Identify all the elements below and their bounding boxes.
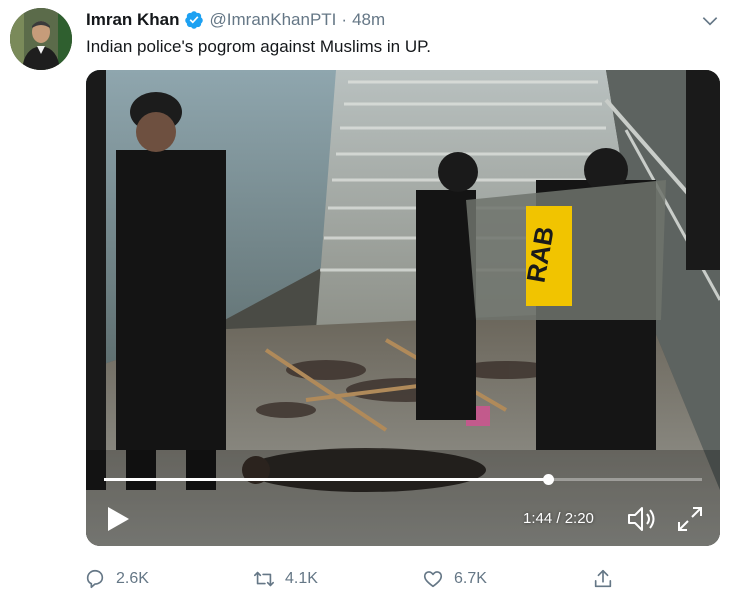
like-icon — [423, 571, 443, 588]
tweet-actions: 2.6K 4.1K 6.7K — [84, 566, 624, 592]
video-progress-bar[interactable] — [104, 474, 702, 485]
video-player[interactable]: RAB 1:44 / 2:20 — [86, 70, 720, 546]
share-icon — [594, 569, 612, 588]
retweet-count: 4.1K — [285, 570, 318, 587]
tweet-timestamp[interactable]: 48m — [352, 10, 385, 30]
share-button[interactable] — [592, 566, 624, 592]
retweet-button[interactable]: 4.1K — [253, 566, 318, 592]
retweet-icon — [254, 571, 274, 587]
reply-icon — [86, 569, 104, 589]
video-frame: RAB — [86, 70, 720, 546]
video-progress-fill — [104, 478, 548, 481]
chevron-down-icon[interactable] — [699, 10, 721, 32]
fullscreen-icon[interactable] — [675, 504, 705, 534]
verified-badge-icon — [184, 10, 204, 30]
author-handle[interactable]: @ImranKhanPTI — [210, 10, 337, 30]
like-button[interactable]: 6.7K — [422, 566, 487, 592]
volume-icon[interactable] — [626, 504, 658, 534]
tweet-header: Imran Khan @ImranKhanPTI · 48m — [86, 9, 385, 31]
video-time: 1:44 / 2:20 — [523, 510, 594, 527]
avatar[interactable] — [10, 8, 72, 70]
tweet-text: Indian police's pogrom against Muslims i… — [86, 37, 431, 56]
like-count: 6.7K — [454, 570, 487, 587]
video-progress-handle[interactable] — [542, 474, 554, 485]
separator-dot: · — [341, 10, 348, 29]
reply-button[interactable]: 2.6K — [84, 566, 149, 592]
author-name[interactable]: Imran Khan — [86, 10, 180, 30]
play-icon[interactable] — [106, 506, 130, 532]
reply-count: 2.6K — [116, 570, 149, 587]
